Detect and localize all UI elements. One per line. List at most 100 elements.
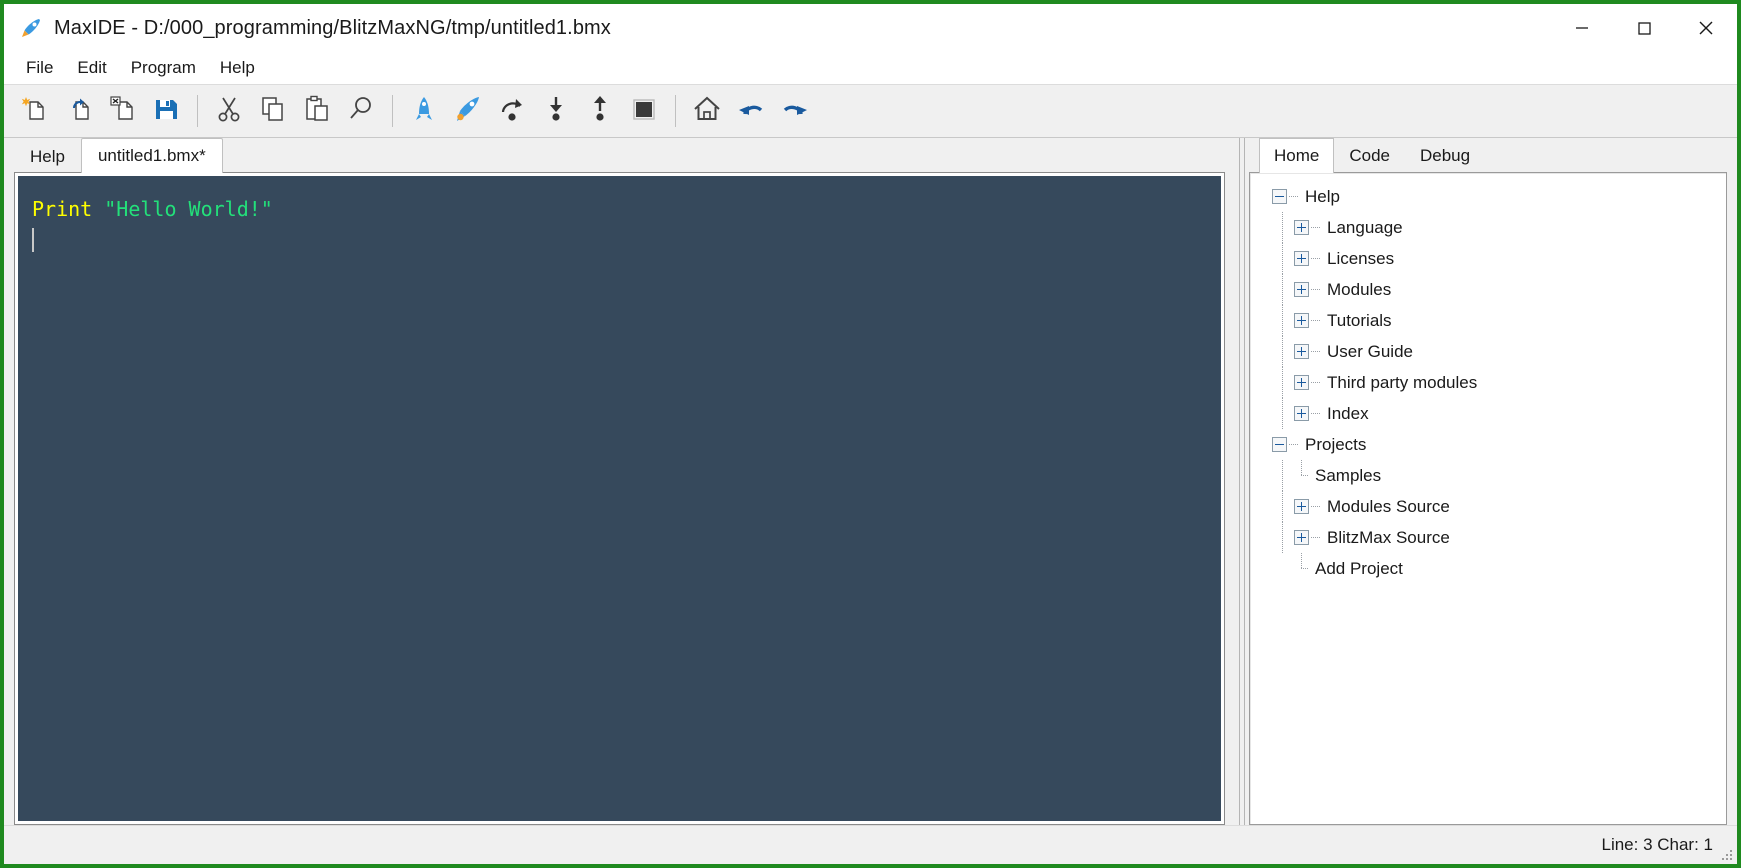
expand-icon[interactable]: [1294, 499, 1309, 514]
tree-indent: [1272, 522, 1294, 553]
expand-icon[interactable]: [1294, 530, 1309, 545]
editor-tab-help[interactable]: Help: [14, 142, 81, 172]
code-string: "Hello World!": [104, 197, 273, 221]
expand-icon[interactable]: [1294, 220, 1309, 235]
toolbar-separator-2: [392, 95, 393, 127]
step-into-button[interactable]: [534, 89, 578, 133]
stop-icon: [629, 94, 659, 129]
editor-tabstrip: Help untitled1.bmx*: [14, 138, 1235, 173]
main-window: MaxIDE - D:/000_programming/BlitzMaxNG/t…: [0, 0, 1741, 868]
tab-debug[interactable]: Debug: [1405, 140, 1486, 172]
home-button[interactable]: [685, 89, 729, 133]
expand-icon[interactable]: [1294, 406, 1309, 421]
home-icon: [691, 93, 723, 130]
tree-item[interactable]: Samples: [1250, 460, 1726, 491]
tree-indent: [1272, 367, 1294, 398]
minimize-button[interactable]: [1551, 4, 1613, 52]
tree-item[interactable]: Language: [1250, 212, 1726, 243]
toolbar: [4, 84, 1737, 138]
expand-icon[interactable]: [1294, 344, 1309, 359]
undo-icon: [736, 94, 766, 129]
tree-connector: [1289, 196, 1298, 197]
editor-tab-untitled1[interactable]: untitled1.bmx*: [80, 138, 223, 173]
paste-button[interactable]: [295, 89, 339, 133]
step-out-button[interactable]: [578, 89, 622, 133]
menu-item-edit[interactable]: Edit: [65, 54, 118, 82]
tree-item[interactable]: Third party modules: [1250, 367, 1726, 398]
build-button[interactable]: [402, 89, 446, 133]
tree-item-label: Index: [1327, 403, 1369, 423]
close-button[interactable]: [1675, 4, 1737, 52]
search-button[interactable]: [339, 89, 383, 133]
code-content: Print "Hello World!": [18, 176, 1221, 256]
tree-item[interactable]: Add Project: [1250, 553, 1726, 584]
tree-item[interactable]: Licenses: [1250, 243, 1726, 274]
run-button[interactable]: [446, 89, 490, 133]
text-caret: [32, 228, 34, 252]
expand-icon[interactable]: [1294, 251, 1309, 266]
code-keyword: Print: [32, 197, 93, 221]
stop-button[interactable]: [622, 89, 666, 133]
copy-button[interactable]: [251, 89, 295, 133]
tree-item[interactable]: Help: [1250, 181, 1726, 212]
expand-icon[interactable]: [1294, 282, 1309, 297]
tree-item[interactable]: Tutorials: [1250, 305, 1726, 336]
tree-item[interactable]: User Guide: [1250, 336, 1726, 367]
expand-icon[interactable]: [1294, 313, 1309, 328]
step-over-button[interactable]: [490, 89, 534, 133]
tree-connector: [1311, 413, 1320, 414]
collapse-icon[interactable]: [1272, 189, 1287, 204]
tree-indent: [1272, 274, 1294, 305]
tree-connector: [1311, 320, 1320, 321]
tab-code[interactable]: Code: [1334, 140, 1405, 172]
tree-item-label: Third party modules: [1327, 372, 1478, 392]
tree-item[interactable]: Projects: [1250, 429, 1726, 460]
tree-indent: [1272, 305, 1294, 336]
cut-button[interactable]: [207, 89, 251, 133]
tree-item[interactable]: BlitzMax Source: [1250, 522, 1726, 553]
code-editor[interactable]: Print "Hello World!": [15, 173, 1224, 824]
tree-item-label: User Guide: [1327, 341, 1413, 361]
expand-icon[interactable]: [1294, 375, 1309, 390]
main-content: Help untitled1.bmx* Print "Hello World!"…: [4, 138, 1737, 825]
tree-connector: [1289, 444, 1298, 445]
close-file-button[interactable]: [100, 89, 144, 133]
collapse-icon[interactable]: [1272, 437, 1287, 452]
toolbar-separator-3: [675, 95, 676, 127]
maximize-button[interactable]: [1613, 4, 1675, 52]
tree-item-label: Modules Source: [1327, 496, 1450, 516]
open-file-button[interactable]: [56, 89, 100, 133]
menu-item-program[interactable]: Program: [119, 54, 208, 82]
redo-button[interactable]: [773, 89, 817, 133]
pane-splitter[interactable]: [1235, 138, 1249, 825]
tree-item[interactable]: Modules Source: [1250, 491, 1726, 522]
resize-grip[interactable]: [1720, 848, 1732, 860]
menu-item-file[interactable]: File: [14, 54, 65, 82]
cursor-position-status: Line: 3 Char: 1: [1601, 835, 1713, 854]
tree-item-label: Modules: [1327, 279, 1392, 299]
tree-item-label: Add Project: [1315, 558, 1403, 578]
tree-connector: [1311, 506, 1320, 507]
save-file-button[interactable]: [144, 89, 188, 133]
toolbar-separator-1: [197, 95, 198, 127]
tree-indent: [1272, 491, 1294, 522]
tree-connector: [1311, 382, 1320, 383]
tree-indent: [1272, 243, 1294, 274]
tree-item-label: Language: [1327, 217, 1403, 237]
tree-indent: [1272, 398, 1294, 429]
redo-icon: [780, 94, 810, 129]
new-file-button[interactable]: [12, 89, 56, 133]
undo-button[interactable]: [729, 89, 773, 133]
run-icon: [452, 93, 484, 130]
editor-frame: Print "Hello World!": [14, 172, 1225, 825]
step-out-icon: [585, 94, 615, 129]
tree-connector: [1294, 460, 1309, 483]
copy-icon: [258, 94, 288, 129]
help-tree-panel[interactable]: Help Language Licenses Modules Tutorials User…: [1249, 172, 1727, 825]
menu-item-help[interactable]: Help: [208, 54, 267, 82]
tab-home[interactable]: Home: [1259, 138, 1335, 173]
tree-item-label: Licenses: [1327, 248, 1395, 268]
tree-item[interactable]: Index: [1250, 398, 1726, 429]
help-tree: Help Language Licenses Modules Tutorials User…: [1250, 181, 1726, 584]
tree-item[interactable]: Modules: [1250, 274, 1726, 305]
